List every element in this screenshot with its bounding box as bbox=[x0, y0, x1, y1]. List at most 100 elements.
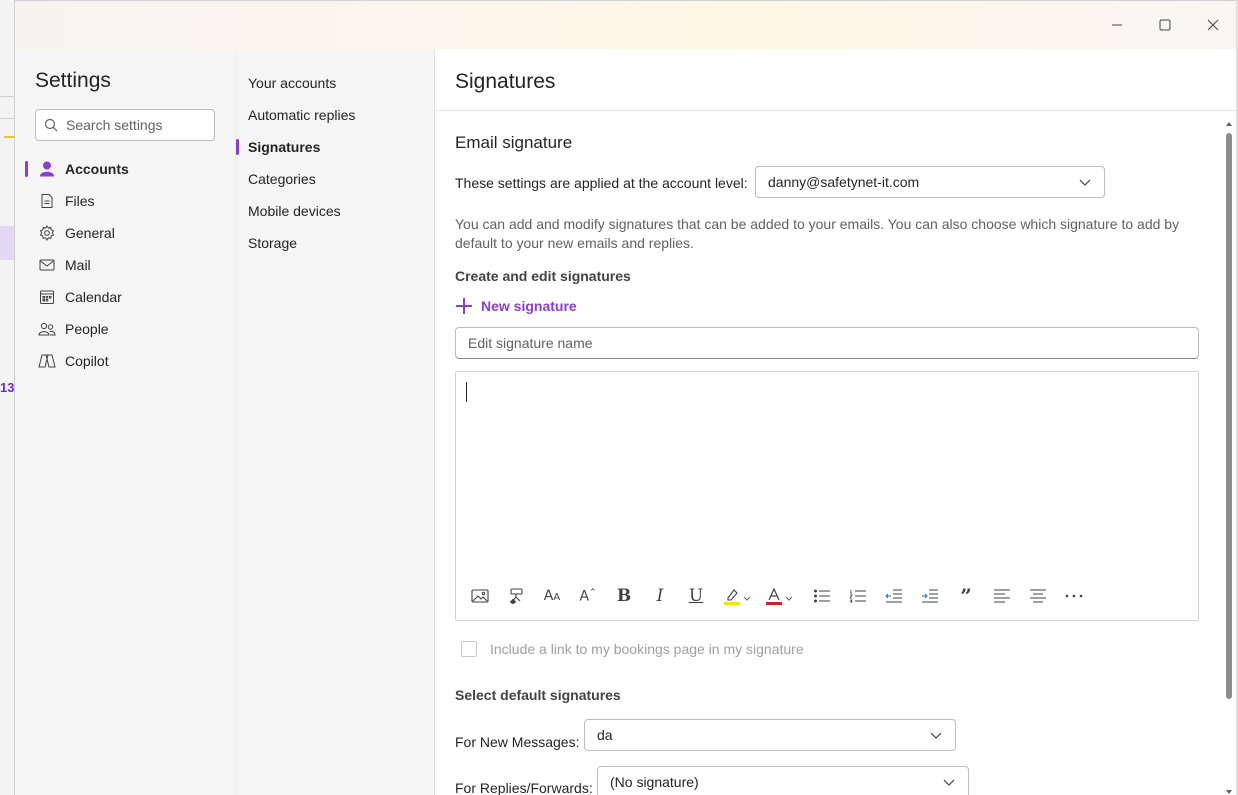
more-options-button[interactable] bbox=[1060, 582, 1088, 610]
bold-button[interactable]: B bbox=[610, 582, 638, 610]
nav-item-general[interactable]: General bbox=[25, 217, 225, 249]
replies-forwards-dropdown[interactable]: (No signature) bbox=[597, 766, 969, 795]
bookings-checkbox[interactable] bbox=[461, 641, 477, 657]
document-icon bbox=[37, 191, 57, 211]
chevron-down-icon bbox=[785, 596, 793, 601]
default-signatures-title: Select default signatures bbox=[455, 687, 621, 703]
signatures-pane: Signatures Email signature These setting… bbox=[435, 49, 1236, 795]
bullets-icon bbox=[814, 589, 830, 603]
search-box[interactable] bbox=[35, 109, 215, 141]
page-header: Signatures bbox=[435, 49, 1236, 111]
text-caret bbox=[466, 382, 467, 402]
text-effects-button[interactable]: A⌃ bbox=[574, 582, 602, 610]
nav-item-files[interactable]: Files bbox=[25, 185, 225, 217]
section-title: Email signature bbox=[455, 133, 573, 152]
page-title: Signatures bbox=[455, 70, 556, 93]
person-icon bbox=[37, 159, 57, 179]
search-icon bbox=[44, 118, 58, 132]
font-size-button[interactable]: AA bbox=[538, 582, 566, 610]
active-indicator bbox=[25, 161, 28, 177]
nav-item-label: Mail bbox=[65, 257, 91, 273]
subnav-item-categories[interactable]: Categories bbox=[236, 163, 435, 195]
center-button[interactable] bbox=[1024, 582, 1052, 610]
account-dropdown[interactable]: danny@safetynet-it.com bbox=[755, 166, 1105, 198]
scroll-thumb[interactable] bbox=[1226, 133, 1232, 699]
background-number: 13 bbox=[0, 380, 15, 395]
pen-icon bbox=[4, 128, 14, 138]
insert-picture-icon bbox=[471, 589, 489, 603]
signature-name-input[interactable] bbox=[455, 327, 1199, 359]
settings-title: Settings bbox=[35, 69, 111, 92]
new-messages-label: For New Messages: bbox=[455, 734, 580, 750]
nav-item-people[interactable]: People bbox=[25, 313, 225, 345]
subnav-item-signatures[interactable]: Signatures bbox=[236, 131, 435, 163]
align-left-button[interactable] bbox=[988, 582, 1016, 610]
font-color-icon bbox=[766, 587, 782, 605]
insert-picture-button[interactable] bbox=[466, 582, 494, 610]
subnav-item-label: Automatic replies bbox=[248, 107, 356, 123]
replies-forwards-value: (No signature) bbox=[610, 774, 699, 790]
people-icon bbox=[37, 319, 57, 339]
format-painter-icon bbox=[509, 588, 523, 605]
signature-editor[interactable]: AA A⌃ B I U ” bbox=[455, 371, 1199, 621]
quote-button[interactable]: ” bbox=[952, 582, 980, 610]
highlight-dropdown[interactable] bbox=[742, 588, 752, 604]
quote-icon: ” bbox=[960, 584, 972, 608]
bullets-button[interactable] bbox=[808, 582, 836, 610]
subnav-item-label: Mobile devices bbox=[248, 203, 341, 219]
active-indicator bbox=[236, 139, 239, 155]
underline-button[interactable]: U bbox=[682, 582, 710, 610]
title-bar bbox=[15, 1, 1236, 49]
nav-item-label: Files bbox=[65, 193, 95, 209]
background-divider bbox=[0, 96, 14, 97]
new-messages-dropdown[interactable]: da bbox=[584, 719, 956, 751]
signature-description: You can add and modify signatures that c… bbox=[455, 216, 1180, 251]
search-input[interactable] bbox=[66, 117, 206, 133]
font-color-dropdown[interactable] bbox=[784, 588, 794, 604]
subnav-item-storage[interactable]: Storage bbox=[236, 227, 435, 259]
nav-item-calendar[interactable]: Calendar bbox=[25, 281, 225, 313]
minimize-icon bbox=[1112, 24, 1122, 26]
close-icon bbox=[1207, 19, 1219, 31]
settings-nav: Settings Accounts Files General Mail Cal… bbox=[15, 49, 235, 795]
nav-item-label: Copilot bbox=[65, 353, 109, 369]
subnav-item-label: Storage bbox=[248, 235, 298, 251]
numbering-button[interactable] bbox=[844, 582, 872, 610]
subnav-item-automatic-replies[interactable]: Automatic replies bbox=[236, 99, 435, 131]
nav-item-copilot[interactable]: Copilot bbox=[25, 345, 225, 377]
scroll-up-arrow[interactable] bbox=[1225, 115, 1233, 126]
minimize-button[interactable] bbox=[1101, 9, 1133, 41]
scroll-down-arrow[interactable] bbox=[1225, 783, 1233, 794]
italic-button[interactable]: I bbox=[646, 582, 674, 610]
highlight-icon bbox=[724, 589, 740, 605]
background-app: 13 bbox=[0, 0, 14, 795]
increase-indent-icon bbox=[922, 589, 938, 603]
new-signature-button[interactable]: New signature bbox=[455, 295, 577, 317]
increase-indent-button[interactable] bbox=[916, 582, 944, 610]
nav-item-mail[interactable]: Mail bbox=[25, 249, 225, 281]
nav-item-label: People bbox=[65, 321, 109, 337]
maximize-button[interactable] bbox=[1149, 9, 1181, 41]
subnav-item-mobile-devices[interactable]: Mobile devices bbox=[236, 195, 435, 227]
subnav-item-label: Signatures bbox=[248, 139, 321, 155]
mail-icon bbox=[37, 255, 57, 275]
numbering-icon bbox=[849, 589, 866, 603]
subnav-item-label: Categories bbox=[248, 171, 316, 187]
decrease-indent-button[interactable] bbox=[880, 582, 908, 610]
nav-item-label: General bbox=[65, 225, 115, 241]
new-messages-value: da bbox=[597, 727, 613, 743]
calendar-icon bbox=[37, 287, 57, 307]
content-scrollbar[interactable] bbox=[1221, 111, 1236, 795]
format-painter-button[interactable] bbox=[502, 582, 530, 610]
copilot-icon bbox=[37, 351, 57, 371]
bold-icon: B bbox=[616, 586, 632, 606]
maximize-icon bbox=[1159, 19, 1171, 31]
text-effects-icon: A⌃ bbox=[579, 587, 597, 605]
close-button[interactable] bbox=[1197, 9, 1229, 41]
gear-icon bbox=[37, 223, 57, 243]
bookings-option: Include a link to my bookings page in my… bbox=[461, 641, 804, 657]
more-options-icon bbox=[1065, 594, 1083, 598]
subnav-item-your-accounts[interactable]: Your accounts bbox=[236, 67, 435, 99]
nav-item-accounts[interactable]: Accounts bbox=[25, 153, 225, 185]
chevron-down-icon bbox=[929, 728, 943, 745]
